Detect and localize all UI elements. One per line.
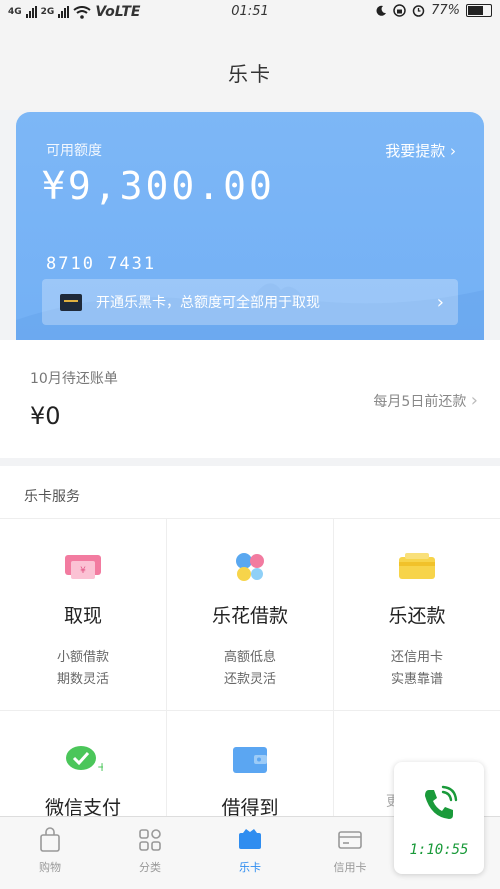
chevron-right-icon: › bbox=[436, 291, 444, 313]
svg-text:¥: ¥ bbox=[80, 566, 86, 576]
page-title: 乐卡 bbox=[228, 62, 272, 86]
black-card-icon bbox=[60, 293, 82, 311]
card-number: 8710 7431 bbox=[46, 254, 157, 274]
service-card-repay[interactable]: 乐还款 还信用卡 实惠靠谱 bbox=[334, 518, 500, 711]
lock-rotation-icon bbox=[393, 4, 406, 17]
service-cash[interactable]: ¥ 取现 小额借款 期数灵活 bbox=[0, 518, 167, 711]
available-credit-label: 可用额度 bbox=[46, 143, 102, 159]
phone-icon bbox=[425, 785, 458, 819]
bill-amount: ¥0 bbox=[30, 402, 61, 430]
black-card-promo[interactable]: 开通乐黑卡，总额度可全部用于取现 › bbox=[42, 279, 458, 325]
service-name: 微信支付 bbox=[44, 797, 121, 816]
svg-text:+: + bbox=[97, 760, 103, 774]
service-name: 乐还款 bbox=[388, 605, 446, 627]
status-right: 77% bbox=[375, 3, 492, 18]
floating-call-widget[interactable]: 1:10:55 bbox=[394, 762, 484, 874]
status-bar: 4G 2G VoLTE 01:51 77% bbox=[0, 0, 500, 26]
bill-section[interactable]: 10月待还账单 ¥0 每月5日前还款 › bbox=[0, 340, 500, 458]
chevron-right-icon: › bbox=[470, 390, 478, 411]
card-repay-icon bbox=[399, 553, 435, 579]
category-icon bbox=[139, 829, 161, 851]
withdraw-label: 我要提款 bbox=[385, 142, 446, 160]
service-desc: 高额低息 还款灵活 bbox=[223, 650, 276, 687]
tab-label: 分类 bbox=[139, 861, 161, 874]
tab-lecard[interactable]: 乐卡 bbox=[200, 827, 300, 875]
withdraw-link[interactable]: 我要提款 › bbox=[385, 140, 456, 161]
service-desc: 小额借款 期数灵活 bbox=[56, 650, 109, 687]
moon-icon bbox=[376, 5, 387, 16]
lecard-icon bbox=[239, 829, 261, 849]
battery-icon bbox=[466, 4, 492, 17]
chevron-right-icon: › bbox=[450, 142, 456, 160]
services-title: 乐卡服务 bbox=[24, 489, 80, 505]
credit-card-icon bbox=[338, 831, 362, 849]
alarm-icon bbox=[412, 5, 425, 17]
cash-icon: ¥ bbox=[65, 555, 101, 579]
wallet-icon bbox=[233, 747, 267, 773]
bill-due-text: 每月5日前还款 bbox=[373, 394, 467, 410]
service-name: 乐花借款 bbox=[211, 605, 288, 627]
service-desc: 还信用卡 实惠靠谱 bbox=[390, 650, 443, 687]
wechat-pay-icon: + bbox=[66, 746, 103, 774]
battery-label: 77% bbox=[431, 3, 460, 18]
tab-label: 购物 bbox=[39, 861, 61, 874]
call-duration: 1:10:55 bbox=[409, 842, 469, 858]
available-credit-amount: ¥9,300.00 bbox=[42, 164, 275, 208]
bill-label: 10月待还账单 bbox=[30, 371, 118, 387]
tab-label: 乐卡 bbox=[239, 861, 261, 874]
bill-due: 每月5日前还款 › bbox=[373, 390, 478, 411]
tab-credit-card[interactable]: 信用卡 bbox=[300, 827, 400, 875]
credit-card-panel[interactable]: 可用额度 我要提款 › ¥9,300.00 8710 7431 开通乐黑卡，总额… bbox=[16, 112, 484, 340]
flower-icon bbox=[236, 553, 264, 581]
tab-label: 信用卡 bbox=[333, 861, 367, 874]
service-name: 借得到 bbox=[221, 797, 279, 816]
service-flower-loan[interactable]: 乐花借款 高额低息 还款灵活 bbox=[167, 518, 334, 711]
service-jiedede[interactable]: 借得到 bbox=[167, 710, 334, 816]
service-name: 取现 bbox=[63, 605, 102, 627]
tab-shopping[interactable]: 购物 bbox=[0, 827, 100, 875]
tab-category[interactable]: 分类 bbox=[100, 827, 200, 875]
promo-text: 开通乐黑卡，总额度可全部用于取现 bbox=[96, 295, 320, 311]
shopping-bag-icon bbox=[40, 827, 60, 852]
service-wechat-pay[interactable]: + 微信支付 bbox=[0, 710, 167, 816]
